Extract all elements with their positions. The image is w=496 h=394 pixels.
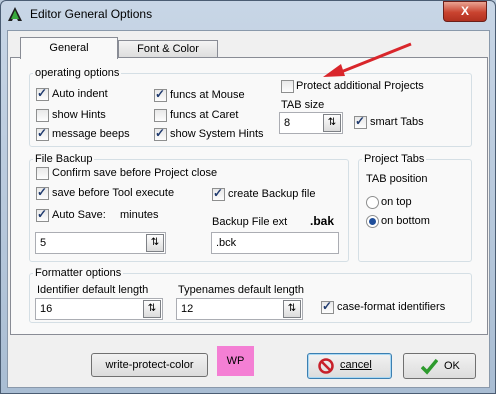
smart-tabs-label: smart Tabs <box>370 116 424 128</box>
tab-position-label: TAB position <box>366 173 428 185</box>
minutes-label: minutes <box>120 209 159 221</box>
confirm-save-label: Confirm save before Project close <box>52 167 218 179</box>
protect-projects-checkbox[interactable] <box>281 80 294 93</box>
identifier-length-value: 16 <box>40 303 53 315</box>
tab-general-label: General <box>49 42 89 54</box>
cancel-icon <box>318 358 334 374</box>
file-backup-legend: File Backup <box>35 153 93 165</box>
wp-color-swatch[interactable]: WP <box>217 346 254 376</box>
formatter-options-legend: Formatter options <box>35 267 122 279</box>
window-title: Editor General Options <box>30 7 153 21</box>
funcs-at-caret-label: funcs at Caret <box>170 109 239 121</box>
tab-size-label: TAB size <box>281 99 325 111</box>
write-protect-color-button[interactable]: write-protect-color <box>91 353 208 377</box>
close-button[interactable]: X <box>443 1 487 22</box>
create-backup-checkbox[interactable] <box>212 186 225 201</box>
project-tabs-legend: Project Tabs <box>364 153 425 165</box>
show-hints-label: show Hints <box>52 109 106 121</box>
minutes-spinner[interactable]: ⇅ <box>146 234 164 252</box>
backup-ext-label: Backup File ext <box>212 216 288 228</box>
funcs-at-caret-checkbox[interactable] <box>154 109 167 122</box>
on-top-label: on top <box>381 196 412 208</box>
auto-indent-label: Auto indent <box>52 88 108 100</box>
identifier-length-label: Identifier default length <box>37 284 149 296</box>
case-format-label: case-format identifiers <box>337 301 446 313</box>
identifier-length-spinner[interactable]: ⇅ <box>143 300 161 318</box>
funcs-at-mouse-checkbox[interactable] <box>154 87 167 102</box>
typenames-length-value: 12 <box>181 303 194 315</box>
on-bottom-label: on bottom <box>381 215 430 227</box>
auto-indent-checkbox[interactable] <box>36 86 49 101</box>
show-hints-checkbox[interactable] <box>36 109 49 122</box>
case-format-checkbox[interactable] <box>321 299 334 314</box>
protect-projects-label: Protect additional Projects <box>296 80 424 92</box>
backup-ext-value: .bck <box>216 237 237 249</box>
create-backup-label: create Backup file <box>228 188 316 200</box>
ok-label: OK <box>444 360 460 372</box>
save-before-tool-checkbox[interactable] <box>36 185 49 200</box>
cancel-button[interactable]: cancel <box>307 353 392 379</box>
show-system-hints-checkbox[interactable] <box>154 126 167 141</box>
show-system-hints-label: show System Hints <box>170 128 264 140</box>
tab-size-value: 8 <box>284 117 291 129</box>
checkmark-icon <box>421 358 438 375</box>
auto-save-label: Auto Save: <box>52 209 106 221</box>
auto-save-checkbox[interactable] <box>36 207 49 222</box>
tab-font-color[interactable]: Font & Color <box>118 40 218 58</box>
typenames-length-label: Typenames default length <box>178 284 304 296</box>
message-beeps-label: message beeps <box>52 128 130 140</box>
smart-tabs-checkbox[interactable] <box>354 114 367 129</box>
wp-swatch-label: WP <box>226 355 245 367</box>
funcs-at-mouse-label: funcs at Mouse <box>170 89 245 101</box>
typenames-length-spinner[interactable]: ⇅ <box>283 300 301 318</box>
tab-general[interactable]: General <box>20 37 118 59</box>
tab-size-spinner[interactable]: ⇅ <box>323 114 341 132</box>
on-bottom-radio[interactable] <box>366 215 379 228</box>
write-protect-color-label: write-protect-color <box>105 359 194 371</box>
minutes-value: 5 <box>40 237 47 249</box>
operating-options-legend: operating options <box>35 67 120 79</box>
title-bar[interactable]: Editor General Options X <box>0 0 494 30</box>
message-beeps-checkbox[interactable] <box>36 126 49 141</box>
annotation-arrow-icon <box>323 42 412 77</box>
confirm-save-checkbox[interactable] <box>36 167 49 180</box>
ok-button[interactable]: OK <box>403 353 476 379</box>
on-top-radio[interactable] <box>366 196 379 209</box>
cancel-label: cancel <box>340 359 372 371</box>
backup-ext-field[interactable]: .bck <box>211 232 339 254</box>
backup-ext-example: .bak <box>310 214 335 228</box>
app-icon <box>8 7 22 21</box>
tab-font-color-label: Font & Color <box>137 43 199 55</box>
save-before-tool-label: save before Tool execute <box>52 187 175 199</box>
